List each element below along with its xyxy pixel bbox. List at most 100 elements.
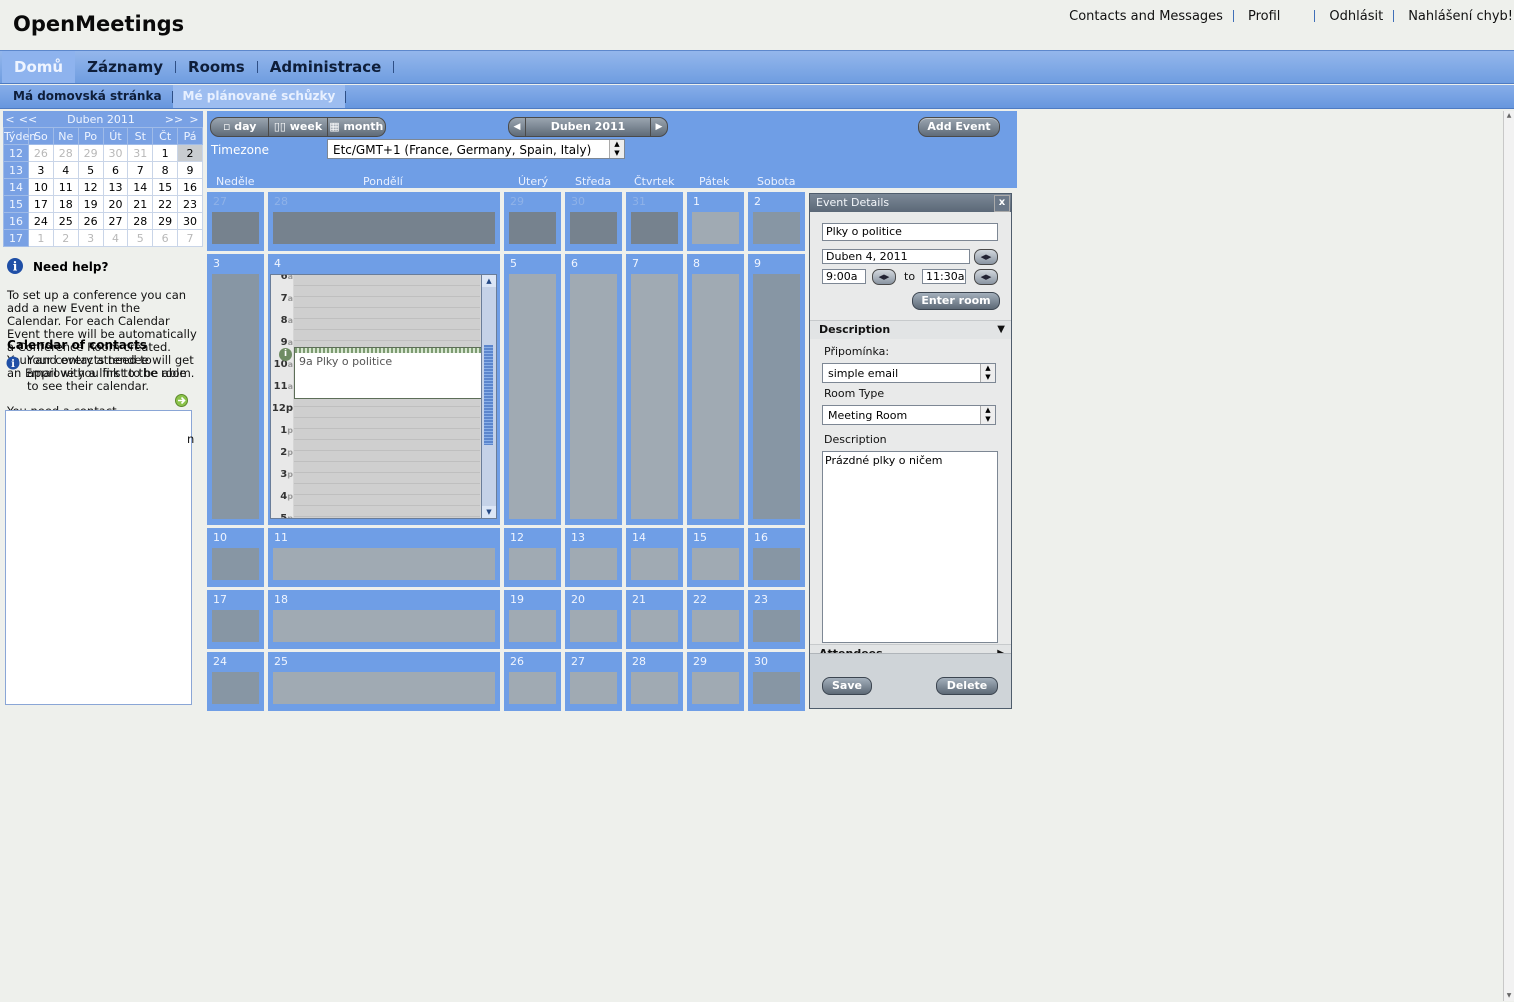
- calendar-day-cell[interactable]: 21: [626, 590, 683, 649]
- description-section-toggle[interactable]: Description ▼: [810, 320, 1011, 339]
- scroll-down-icon[interactable]: ▼: [482, 506, 496, 518]
- event-date-input[interactable]: Duben 4, 2011: [822, 249, 970, 264]
- mini-calendar-day[interactable]: 29: [77, 144, 104, 162]
- calendar-day-cell[interactable]: 23: [748, 590, 805, 649]
- calendar-day-cell[interactable]: 9: [748, 254, 805, 525]
- day-events-area[interactable]: [692, 548, 739, 580]
- mini-calendar-day[interactable]: 2: [177, 144, 203, 162]
- day-events-area[interactable]: [753, 672, 800, 704]
- day-events-area[interactable]: [273, 212, 495, 244]
- mini-calendar-day[interactable]: 7: [177, 229, 203, 247]
- day-events-area[interactable]: [692, 672, 739, 704]
- mini-calendar-day[interactable]: 15: [152, 178, 179, 196]
- day-events-area[interactable]: [631, 274, 678, 519]
- day-events-area[interactable]: [570, 274, 617, 519]
- calendar-day-cell[interactable]: 24: [207, 652, 264, 711]
- start-time-stepper[interactable]: ◀▶: [872, 269, 896, 285]
- day-view-button[interactable]: ▫ day: [211, 118, 270, 136]
- mini-calendar-day[interactable]: 5: [77, 161, 104, 179]
- calendar-day-cell[interactable]: 27: [207, 192, 264, 251]
- end-time-stepper[interactable]: ◀▶: [974, 269, 998, 285]
- mini-calendar-day[interactable]: 11: [52, 178, 79, 196]
- mini-calendar-day[interactable]: 27: [102, 212, 129, 230]
- calendar-day-cell[interactable]: 28: [268, 192, 500, 251]
- mini-calendar-day[interactable]: 26: [28, 144, 54, 162]
- mini-calendar-day[interactable]: 26: [77, 212, 104, 230]
- next-month-button[interactable]: ▶: [651, 118, 667, 136]
- mini-calendar-day[interactable]: 6: [102, 161, 129, 179]
- day-events-area[interactable]: [753, 548, 800, 580]
- calendar-day-cell[interactable]: 13: [565, 528, 622, 587]
- subnav-my-homepage[interactable]: Má domovská stránka: [3, 85, 172, 108]
- day-events-area[interactable]: [570, 610, 617, 642]
- reminder-select[interactable]: simple email ▲ ▼: [822, 363, 996, 383]
- day-events-area[interactable]: [631, 548, 678, 580]
- day-events-area[interactable]: [212, 274, 259, 519]
- day-events-area[interactable]: [631, 672, 678, 704]
- mini-calendar-day[interactable]: 3: [28, 161, 54, 179]
- calendar-day-cell[interactable]: 20: [565, 590, 622, 649]
- mini-calendar-day[interactable]: 28: [52, 144, 79, 162]
- week-number[interactable]: 15: [3, 195, 29, 213]
- mini-calendar-day[interactable]: 12: [77, 178, 104, 196]
- start-time-input[interactable]: 9:00a: [822, 269, 866, 284]
- week-number[interactable]: 16: [3, 212, 29, 230]
- day-events-area[interactable]: [631, 212, 678, 244]
- week-view-button[interactable]: ▯▯ week: [269, 118, 328, 136]
- logout-link[interactable]: Odhlásit: [1315, 9, 1393, 24]
- calendar-day-cell[interactable]: 2: [748, 192, 805, 251]
- week-number[interactable]: 12: [3, 144, 29, 162]
- calendar-day-cell[interactable]: 12: [504, 528, 561, 587]
- calendar-day-cell[interactable]: 28: [626, 652, 683, 711]
- room-type-select[interactable]: Meeting Room ▲ ▼: [822, 405, 996, 425]
- day-events-area[interactable]: [212, 672, 259, 704]
- delete-button[interactable]: Delete: [936, 677, 998, 695]
- calendar-day-cell[interactable]: 29: [504, 192, 561, 251]
- mini-calendar-day[interactable]: 14: [127, 178, 154, 196]
- contacts-messages-link[interactable]: Contacts and Messages: [1055, 9, 1233, 24]
- day-events-area[interactable]: [212, 212, 259, 244]
- end-time-input[interactable]: 11:30a: [922, 269, 966, 284]
- mini-calendar-day[interactable]: 10: [28, 178, 54, 196]
- week-number[interactable]: 13: [3, 161, 29, 179]
- calendar-day-cell[interactable]: 17: [207, 590, 264, 649]
- mini-calendar-day[interactable]: 4: [52, 161, 79, 179]
- calendar-day-cell[interactable]: 19: [504, 590, 561, 649]
- description-textarea[interactable]: Prázdné plky o ničem: [822, 451, 998, 643]
- close-icon[interactable]: x: [994, 195, 1010, 212]
- day-events-area[interactable]: [509, 274, 556, 519]
- calendar-day-cell[interactable]: 16: [748, 528, 805, 587]
- mini-calendar-day[interactable]: 23: [177, 195, 203, 213]
- date-stepper[interactable]: ◀▶: [974, 249, 998, 265]
- subnav-my-scheduled-meetings[interactable]: Mé plánované schůzky: [172, 85, 346, 108]
- day-events-area[interactable]: [212, 610, 259, 642]
- calendar-day-cell[interactable]: 27: [565, 652, 622, 711]
- day-events-area[interactable]: [570, 672, 617, 704]
- nav-home[interactable]: Domů: [2, 51, 76, 83]
- event-title-input[interactable]: Plky o politice: [822, 223, 998, 241]
- mini-calendar-day[interactable]: 2: [52, 229, 79, 247]
- day-events-area[interactable]: [692, 610, 739, 642]
- mini-calendar-day[interactable]: 25: [52, 212, 79, 230]
- profile-link[interactable]: Profil: [1234, 9, 1290, 24]
- day-events-area[interactable]: [509, 212, 556, 244]
- event-info-icon[interactable]: i: [279, 348, 292, 361]
- day-events-area[interactable]: [509, 610, 556, 642]
- nav-administration[interactable]: Administrace: [258, 51, 394, 83]
- mini-calendar-day[interactable]: 1: [28, 229, 54, 247]
- day-events-area[interactable]: [753, 274, 800, 519]
- mini-calendar-day[interactable]: 13: [102, 178, 129, 196]
- calendar-event[interactable]: 9a Plky o politice: [294, 347, 482, 399]
- calendar-day-cell[interactable]: 6: [565, 254, 622, 525]
- week-number[interactable]: 17: [3, 229, 29, 247]
- day-events-area[interactable]: [273, 610, 495, 642]
- calendar-day-cell[interactable]: 30: [748, 652, 805, 711]
- calendar-day-cell[interactable]: 14: [626, 528, 683, 587]
- add-event-button[interactable]: Add Event: [918, 117, 1000, 137]
- scroll-up-icon[interactable]: ▲: [482, 275, 496, 287]
- mini-calendar-day[interactable]: 28: [127, 212, 154, 230]
- month-view-button[interactable]: ▦ month: [328, 118, 385, 136]
- mini-calendar-day[interactable]: 22: [152, 195, 179, 213]
- calendar-day-cell[interactable]: 18: [268, 590, 500, 649]
- mini-calendar-day[interactable]: 19: [77, 195, 104, 213]
